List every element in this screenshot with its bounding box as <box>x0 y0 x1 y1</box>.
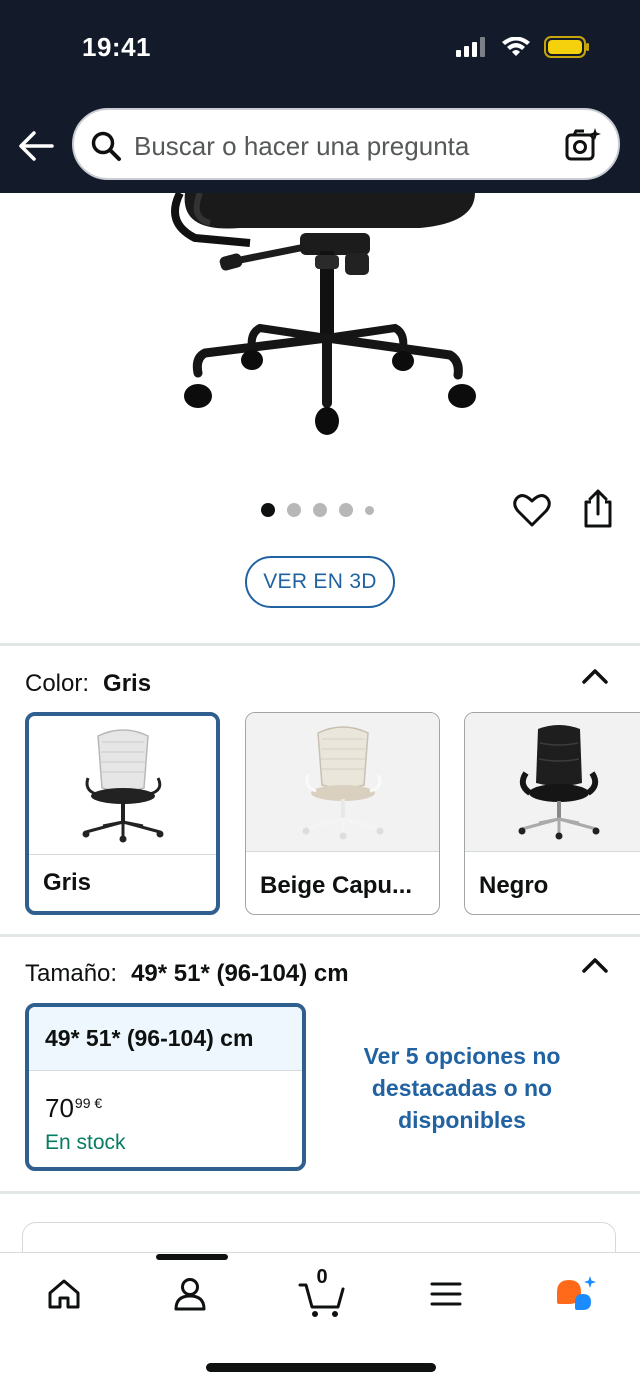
chevron-up-icon[interactable] <box>581 955 609 975</box>
color-section-label: Color: Gris <box>25 670 151 698</box>
nav-menu[interactable] <box>422 1270 470 1318</box>
chair-beige-image <box>302 725 383 839</box>
size-label: Tamaño: <box>25 960 118 987</box>
swatch-label: Beige Capu... <box>260 872 413 899</box>
share-icon[interactable] <box>578 488 618 530</box>
product-image[interactable] <box>160 193 490 443</box>
nav-active-indicator <box>156 1254 228 1260</box>
search-bar[interactable] <box>72 108 620 180</box>
price-whole: 70 <box>45 1093 74 1123</box>
wifi-icon <box>502 37 530 56</box>
carousel-dot[interactable] <box>365 505 374 515</box>
nav-assistant[interactable] <box>552 1270 600 1318</box>
image-carousel-dots[interactable] <box>261 503 374 517</box>
battery-icon <box>544 36 589 58</box>
back-arrow-icon[interactable] <box>16 126 56 166</box>
color-selected-value: Gris <box>103 670 152 697</box>
home-indicator <box>206 1363 436 1372</box>
size-option-title: 49* 51* (96-104) cm <box>29 1007 302 1071</box>
chevron-up-icon[interactable] <box>581 666 609 686</box>
swatch-label: Negro <box>479 872 549 899</box>
swatch-separator <box>29 854 216 855</box>
price-fraction: 99 € <box>74 1095 103 1111</box>
carousel-dot[interactable] <box>339 503 353 517</box>
swatch-separator <box>246 851 439 852</box>
price: 7099 € <box>45 1093 102 1124</box>
status-time: 19:41 <box>82 32 151 62</box>
size-section-label: Tamaño: 49* 51* (96-104) cm <box>25 960 349 988</box>
color-option-negro[interactable]: Negro <box>464 712 640 915</box>
nav-account[interactable] <box>166 1270 214 1318</box>
swatch-separator <box>465 851 640 852</box>
size-option-card[interactable]: 49* 51* (96-104) cm 7099 € En stock <box>25 1003 306 1171</box>
swatch-label: Gris <box>43 869 92 896</box>
color-option-gris[interactable]: Gris <box>25 712 220 915</box>
color-label: Color: <box>25 670 90 697</box>
swatch-thumbnail <box>246 713 439 851</box>
signal-icon <box>456 37 485 57</box>
status-icons <box>456 34 590 60</box>
nav-home[interactable] <box>40 1270 88 1318</box>
color-option-beige[interactable]: Beige Capu... <box>245 712 440 915</box>
heart-icon[interactable] <box>512 490 552 530</box>
nav-cart[interactable]: 0 <box>296 1266 348 1318</box>
swatch-thumbnail <box>465 713 640 851</box>
home-icon <box>48 1279 80 1309</box>
chair-black-image <box>518 724 600 839</box>
stock-status: En stock <box>45 1131 126 1154</box>
chair-gray-image <box>82 728 163 842</box>
view-3d-button[interactable]: VER EN 3D <box>245 556 395 608</box>
carousel-dot[interactable] <box>313 503 327 517</box>
size-selected-value: 49* 51* (96-104) cm <box>131 960 349 987</box>
search-input[interactable] <box>134 128 554 164</box>
search-icon <box>91 131 121 161</box>
top-header: 19:41 <box>0 0 640 193</box>
cart-count: 0 <box>316 1266 328 1288</box>
swatch-thumbnail <box>29 716 216 854</box>
section-divider <box>0 1191 640 1194</box>
carousel-dot[interactable] <box>261 503 275 517</box>
assistant-icon <box>557 1276 596 1310</box>
section-divider <box>0 934 640 937</box>
account-icon <box>174 1278 206 1311</box>
menu-icon <box>430 1282 462 1306</box>
section-divider <box>0 643 640 646</box>
more-options-link[interactable]: Ver 5 opciones no destacadas o no dispon… <box>340 1040 584 1136</box>
camera-search-icon[interactable] <box>564 126 602 164</box>
carousel-dot[interactable] <box>287 503 301 517</box>
